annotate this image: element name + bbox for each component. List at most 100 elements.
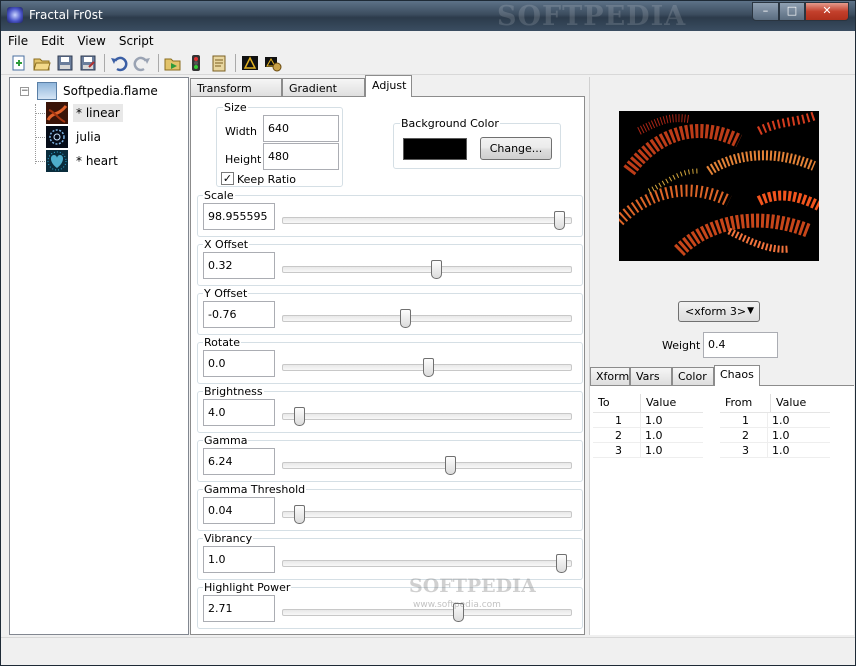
open-icon[interactable]: [32, 53, 52, 73]
to-column-header[interactable]: To: [593, 394, 640, 412]
gamma-threshold-slider[interactable]: [282, 505, 572, 524]
width-input[interactable]: 640: [263, 115, 339, 142]
softpedia-watermark: SOFTPEDIA: [497, 1, 687, 32]
menu-edit[interactable]: Edit: [34, 31, 70, 51]
fractal-app-icon: [7, 7, 23, 23]
title-bar[interactable]: Fractal Fr0st SOFTPEDIA – □ ✕: [1, 1, 855, 32]
tree-item-linear[interactable]: * linear: [35, 102, 123, 124]
brightness-group: Brightness 4.0: [197, 385, 583, 433]
vibrancy-group: Vibrancy 1.0: [197, 532, 583, 580]
tree-item-heart[interactable]: * heart: [35, 150, 121, 172]
x-offset-input[interactable]: 0.32: [203, 252, 275, 279]
y-offset-input[interactable]: -0.76: [203, 301, 275, 328]
tab-chaos[interactable]: Chaos: [714, 365, 760, 386]
brightness-slider-thumb[interactable]: [294, 407, 305, 426]
tab-transform-editor[interactable]: Transform Editor: [190, 78, 282, 108]
gamma-threshold-label: Gamma Threshold: [203, 483, 307, 496]
flame-tree-panel: − Softpedia.flame * linear julia * heart: [9, 77, 189, 635]
highlight-power-slider[interactable]: [282, 603, 572, 622]
table-row[interactable]: 2 1.0: [593, 428, 703, 443]
fractal-preview-image: [619, 111, 819, 261]
height-input[interactable]: 480: [263, 143, 339, 170]
status-bar: [1, 637, 855, 665]
background-color-label: Background Color: [400, 117, 500, 130]
gamma-input[interactable]: 6.24: [203, 448, 275, 475]
undo-icon[interactable]: [109, 53, 129, 73]
x-offset-slider[interactable]: [282, 260, 572, 279]
value-column-header[interactable]: Value: [640, 394, 703, 412]
script-editor-icon[interactable]: [209, 53, 229, 73]
xform-select-value: <xform 3>: [685, 305, 747, 318]
table-row[interactable]: 3 1.0: [593, 443, 703, 458]
change-color-button[interactable]: Change...: [480, 137, 552, 160]
from-column-header[interactable]: From: [720, 394, 770, 412]
xform-select[interactable]: <xform 3> ▼: [678, 301, 760, 322]
scale-slider[interactable]: [282, 211, 572, 230]
rotate-input[interactable]: 0.0: [203, 350, 275, 377]
tab-adjust[interactable]: Adjust: [365, 75, 412, 97]
value-column-header[interactable]: Value: [770, 394, 830, 412]
scale-label: Scale: [203, 189, 235, 202]
rotate-slider[interactable]: [282, 358, 572, 377]
rotate-slider-thumb[interactable]: [423, 358, 434, 377]
chaos-to-table: To Value 1 1.0 2 1.0 3 1.0: [593, 394, 703, 458]
tab-vars[interactable]: Vars: [630, 367, 672, 386]
redo-icon[interactable]: [132, 53, 152, 73]
y-offset-slider-thumb[interactable]: [400, 309, 411, 328]
y-offset-slider[interactable]: [282, 309, 572, 328]
new-icon[interactable]: [9, 53, 29, 73]
chevron-down-icon: ▼: [747, 306, 754, 316]
weight-input[interactable]: 0.4: [703, 332, 778, 358]
render-icon[interactable]: [240, 53, 260, 73]
save-as-icon[interactable]: [78, 53, 98, 73]
menu-bar: File Edit View Script: [1, 31, 855, 51]
vibrancy-label: Vibrancy: [203, 532, 254, 545]
scale-input[interactable]: 98.955595: [203, 203, 275, 230]
run-script-icon[interactable]: [163, 53, 183, 73]
maximize-button[interactable]: □: [779, 2, 805, 21]
gamma-threshold-slider-thumb[interactable]: [294, 505, 305, 524]
menu-view[interactable]: View: [70, 31, 111, 51]
table-row[interactable]: 1 1.0: [593, 413, 703, 428]
tab-gradient-editor[interactable]: Gradient Editor: [282, 78, 365, 108]
gamma-threshold-input[interactable]: 0.04: [203, 497, 275, 524]
table-row[interactable]: 2 1.0: [720, 428, 830, 443]
tree-item-label: * heart: [76, 154, 118, 168]
background-color-swatch: [403, 138, 467, 160]
tab-xform[interactable]: Xform: [590, 367, 630, 386]
weight-label: Weight: [662, 339, 701, 352]
collapse-toggle[interactable]: −: [20, 86, 29, 96]
highlight-power-input[interactable]: 2.71: [203, 595, 275, 622]
brightness-label: Brightness: [203, 385, 264, 398]
table-row[interactable]: 1 1.0: [720, 413, 830, 428]
tree-item-julia[interactable]: julia: [35, 126, 104, 148]
minimize-button[interactable]: –: [752, 2, 779, 21]
traffic-light-icon[interactable]: [186, 53, 206, 73]
scale-slider-thumb[interactable]: [554, 211, 565, 230]
width-label: Width: [225, 125, 257, 138]
gamma-slider-thumb[interactable]: [445, 456, 456, 475]
tree-root-item[interactable]: − Softpedia.flame: [20, 82, 158, 100]
x-offset-slider-thumb[interactable]: [431, 260, 442, 279]
render-all-icon[interactable]: [263, 53, 283, 73]
x-offset-group: X Offset 0.32: [197, 238, 583, 286]
tab-color[interactable]: Color: [672, 367, 714, 386]
size-group: Size Width 640 Height 480 ✓ Keep Ratio: [216, 101, 343, 187]
vibrancy-input[interactable]: 1.0: [203, 546, 275, 573]
save-icon[interactable]: [55, 53, 75, 73]
keep-ratio-checkbox[interactable]: ✓: [221, 172, 234, 185]
flame-file-icon: [37, 82, 57, 100]
vibrancy-slider[interactable]: [282, 554, 572, 573]
table-row[interactable]: 3 1.0: [720, 443, 830, 458]
tree-item-label: * linear: [73, 104, 123, 122]
gamma-slider[interactable]: [282, 456, 572, 475]
close-button[interactable]: ✕: [805, 2, 849, 21]
chaos-panel: To Value 1 1.0 2 1.0 3 1.0 From Value 1 1.0 …: [590, 385, 854, 635]
y-offset-group: Y Offset -0.76: [197, 287, 583, 335]
menu-script[interactable]: Script: [112, 31, 160, 51]
brightness-input[interactable]: 4.0: [203, 399, 275, 426]
vibrancy-slider-thumb[interactable]: [556, 554, 567, 573]
menu-file[interactable]: File: [1, 31, 34, 51]
x-offset-label: X Offset: [203, 238, 250, 251]
brightness-slider[interactable]: [282, 407, 572, 426]
